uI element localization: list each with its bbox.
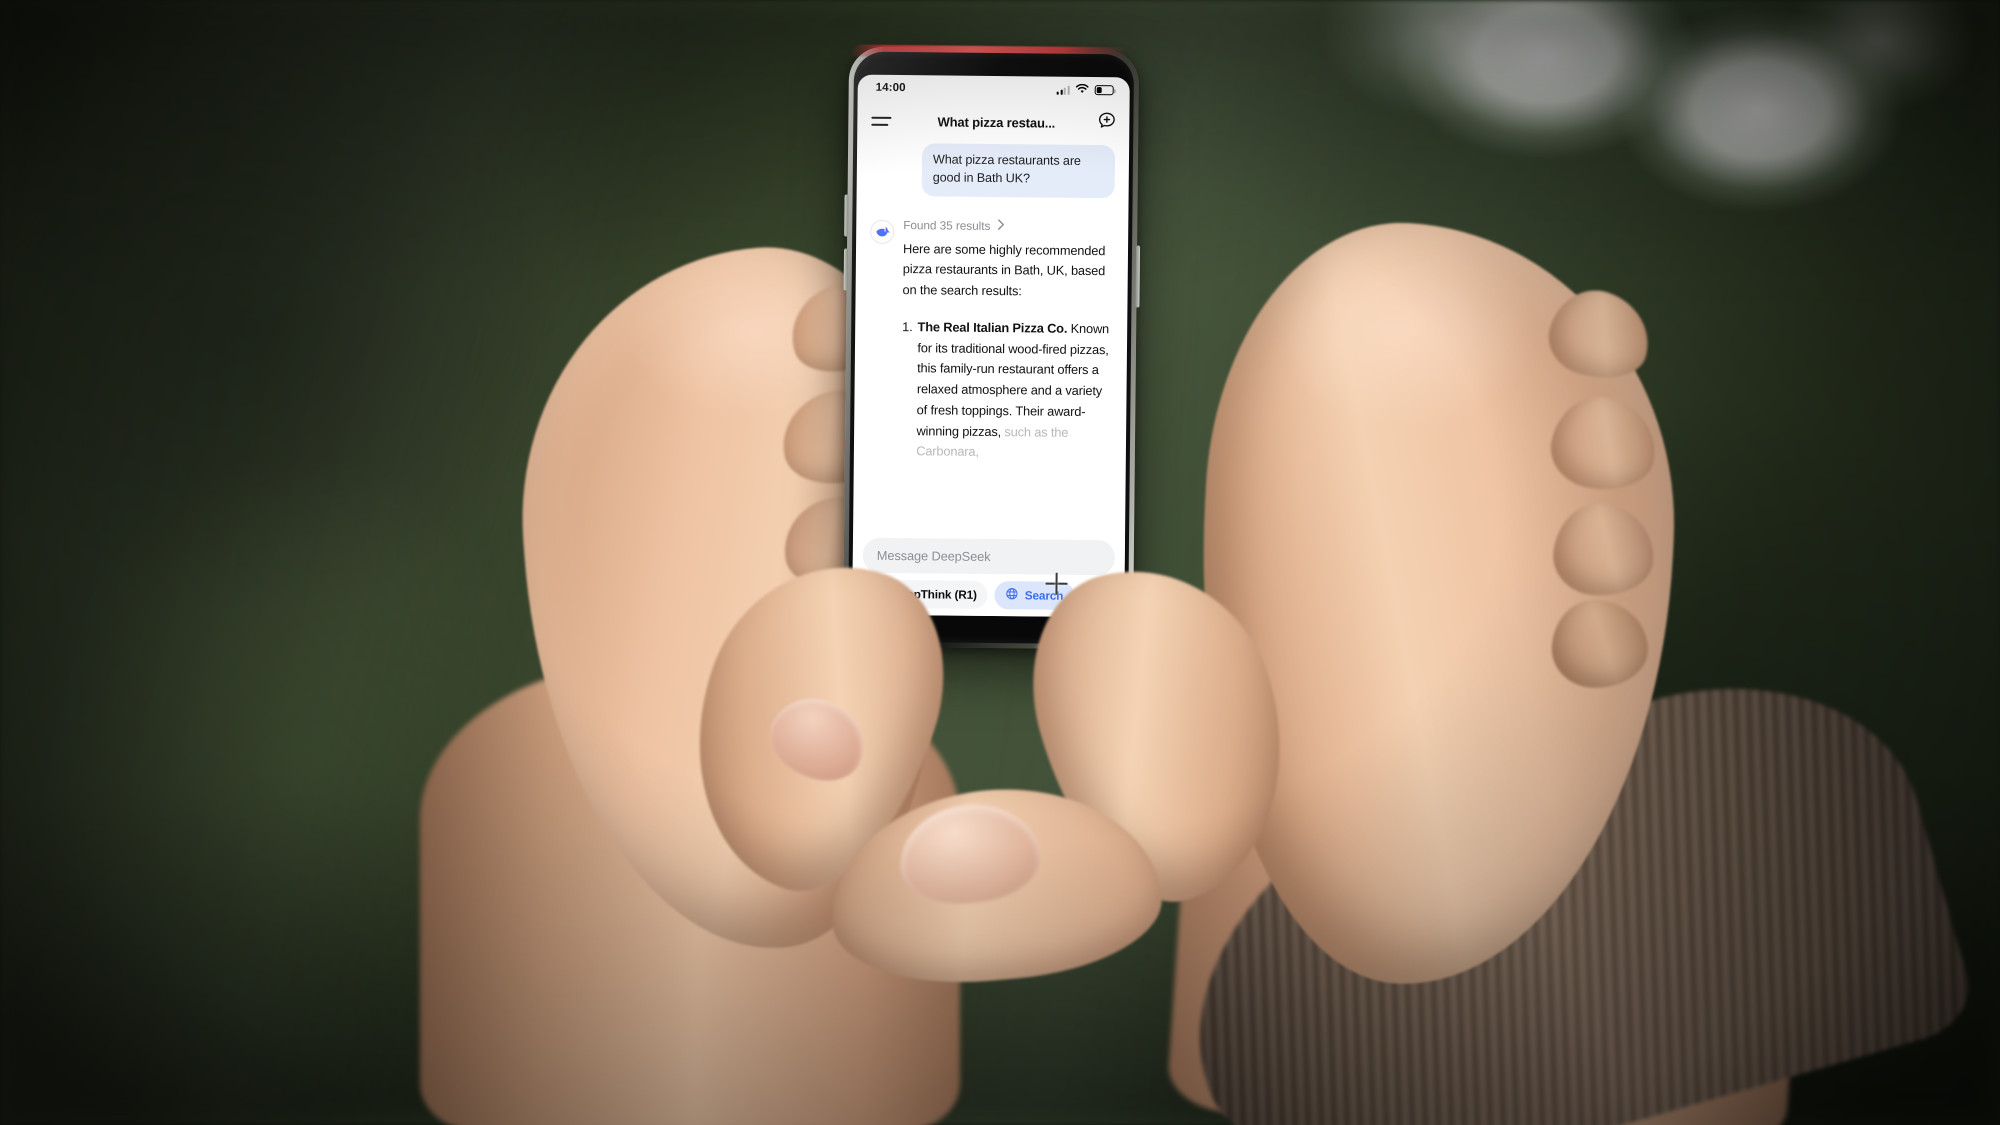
photo-vignette xyxy=(0,0,2000,1125)
photo-scene: 14:00 What pizza restau... xyxy=(0,0,2000,1125)
